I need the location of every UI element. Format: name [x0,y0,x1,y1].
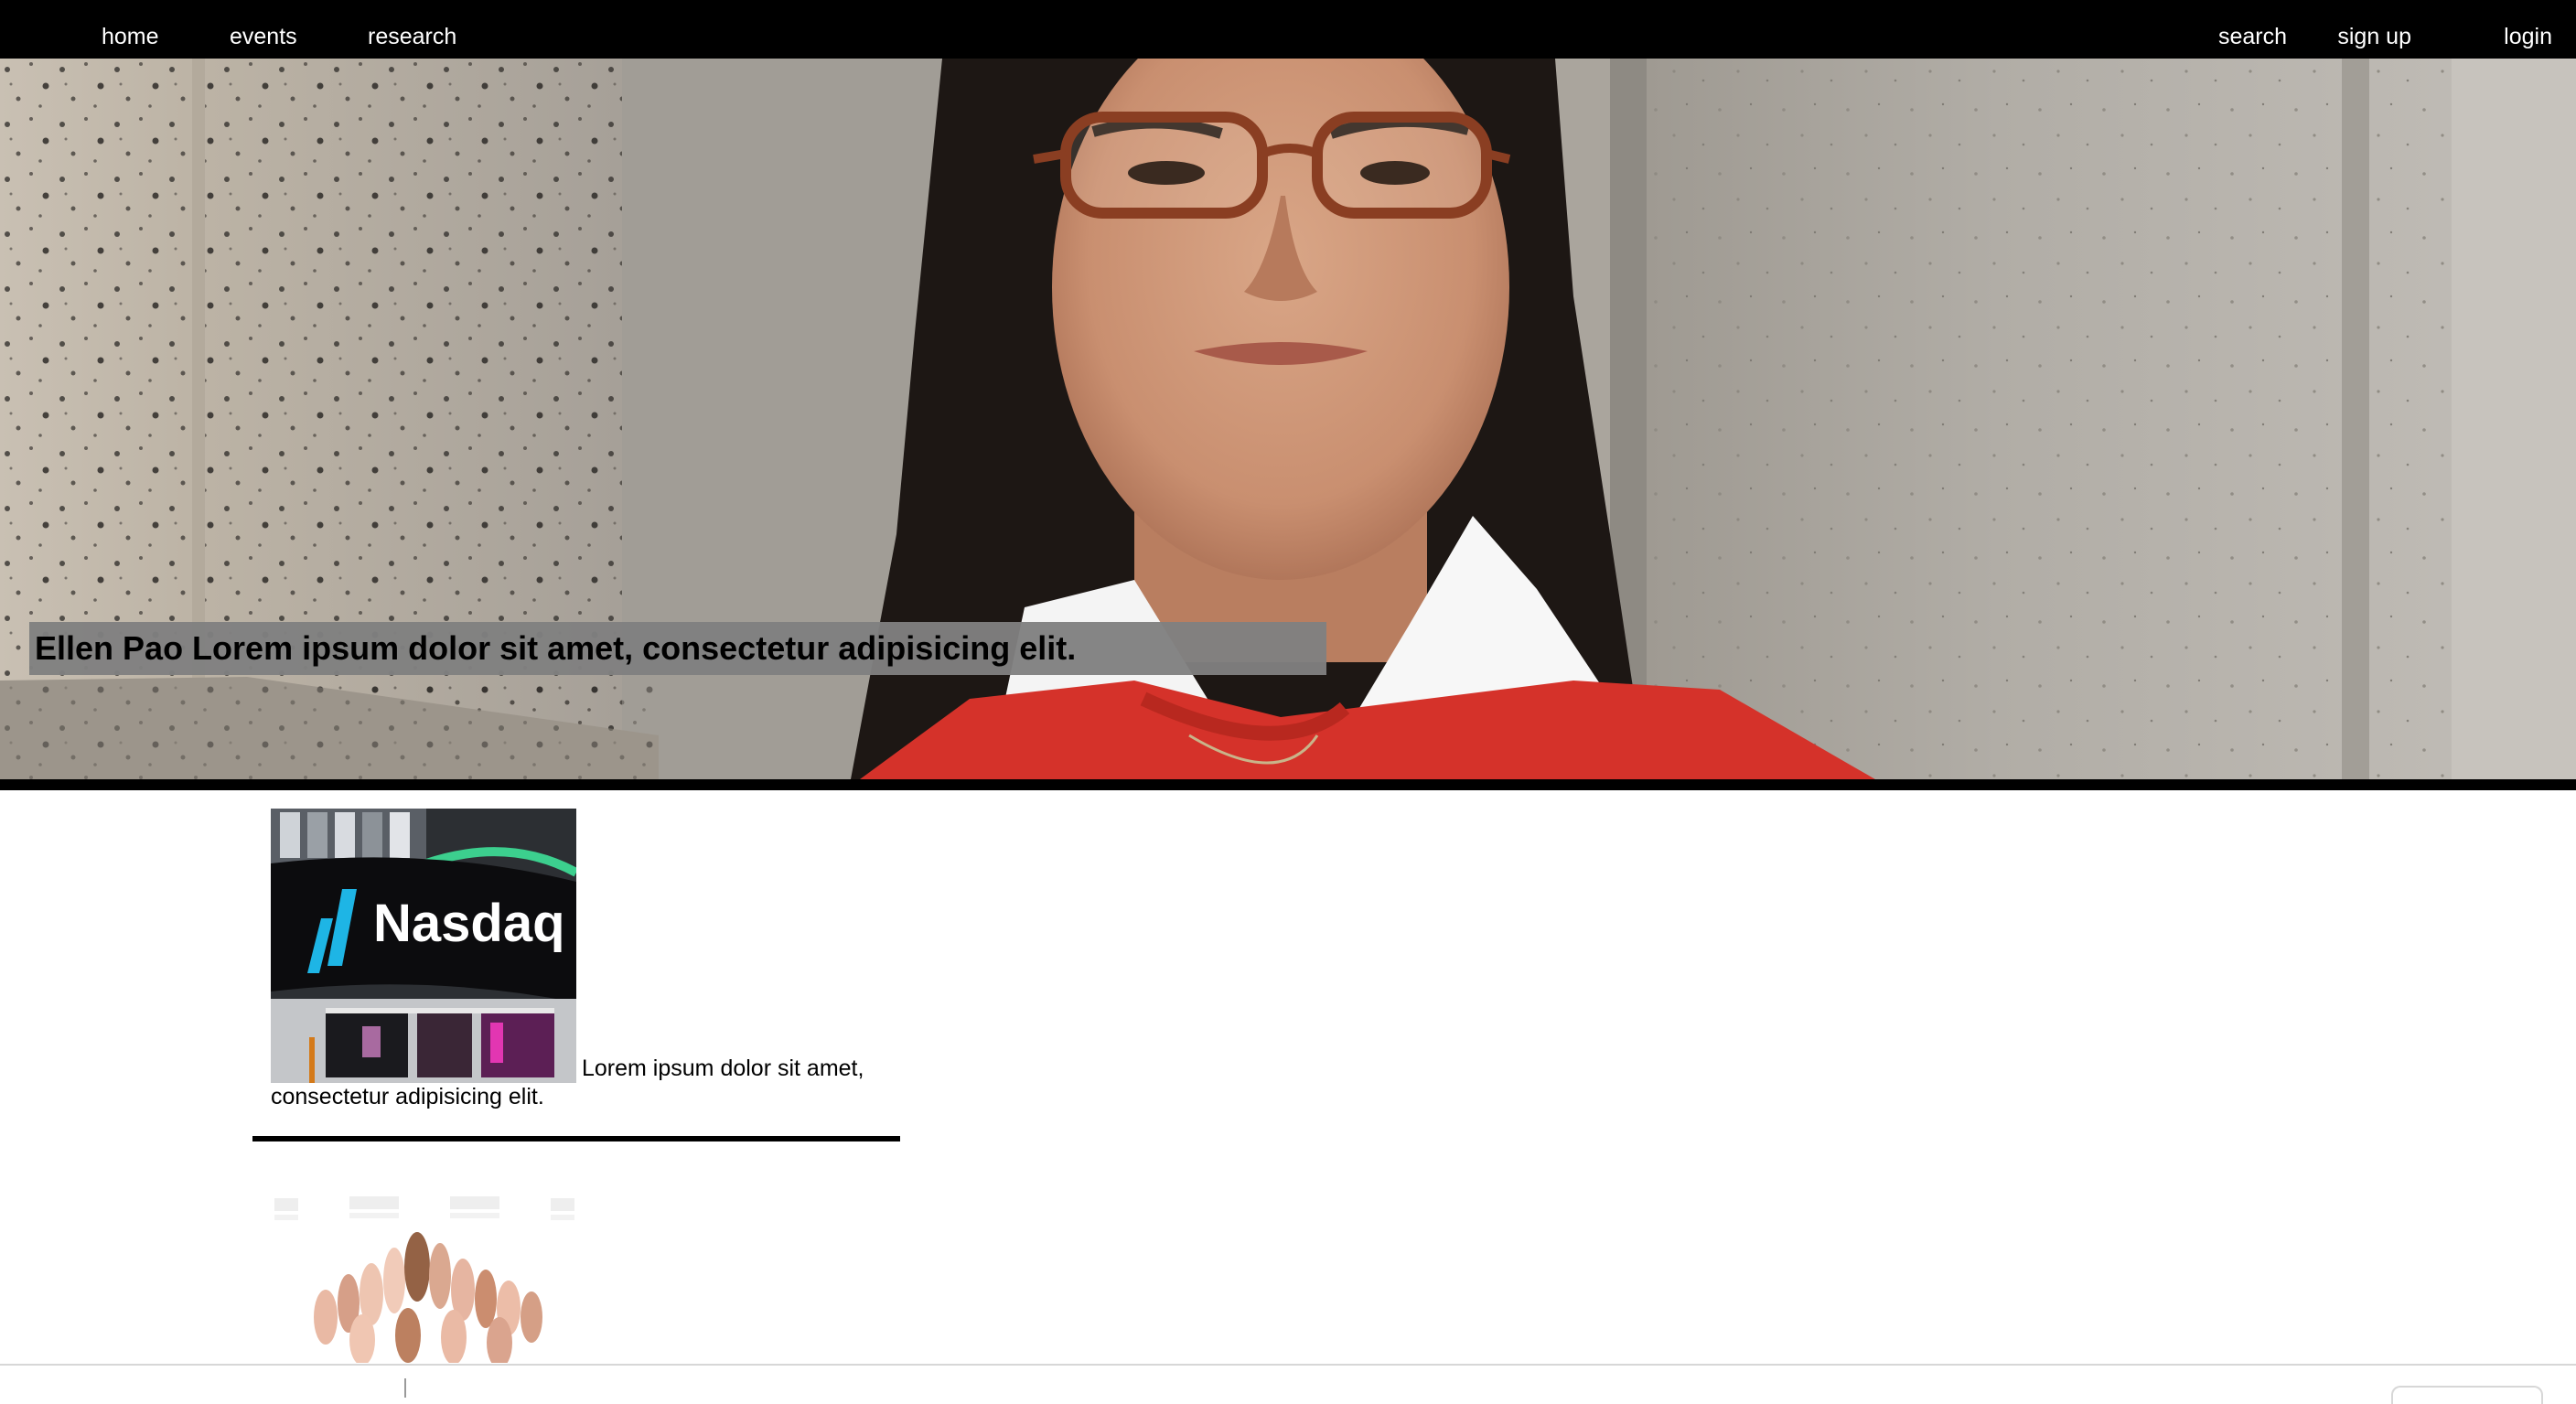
hero-bottom-bar [0,779,2576,790]
article-item[interactable]: Nasdaq Lorem ipsum dolor sit amet, conse… [271,809,902,1111]
bottom-bar-divider [404,1378,406,1398]
nav-home-link[interactable]: home [102,0,159,59]
nav-events-link[interactable]: events [230,0,297,59]
hero-caption[interactable]: Ellen Pao Lorem ipsum dolor sit amet, co… [29,622,1326,675]
nasdaq-thumbnail[interactable]: Nasdaq [271,809,576,1083]
nav-login-link[interactable]: login [2504,0,2552,59]
nav-signup-link[interactable]: sign up [2337,0,2411,59]
top-navigation: home events research search sign up logi… [0,0,2576,59]
nav-research-link[interactable]: research [368,0,456,59]
raised-hands-thumbnail[interactable] [271,1180,576,1363]
nasdaq-logo-text: Nasdaq [373,894,565,953]
article-divider [252,1136,900,1141]
nav-search-link[interactable]: search [2218,0,2287,59]
bottom-bar-tab[interactable] [2391,1386,2543,1404]
hero-banner: Ellen Pao Lorem ipsum dolor sit amet, co… [0,59,2576,779]
raised-hands-image [271,1180,576,1363]
bottom-bar [0,1364,2576,1404]
